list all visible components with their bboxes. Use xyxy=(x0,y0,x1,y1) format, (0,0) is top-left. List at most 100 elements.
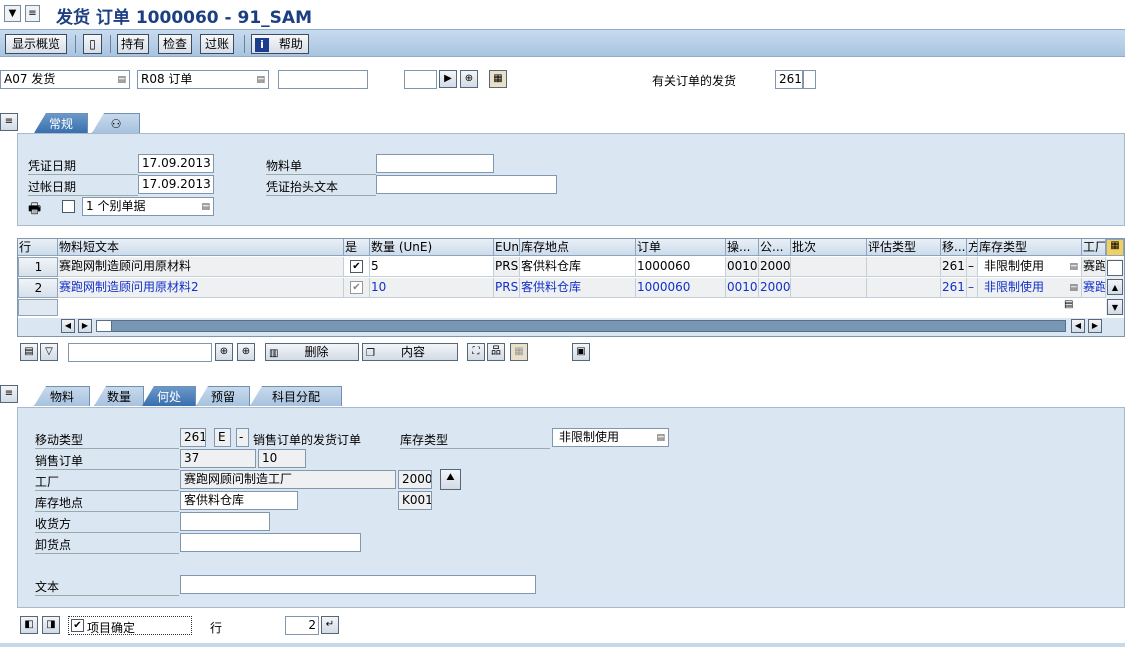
contents-button[interactable]: ❐ 内容 xyxy=(362,343,458,361)
tab-where[interactable]: 何处 xyxy=(142,386,196,406)
cell-order[interactable]: 1000060 xyxy=(636,257,726,277)
table-row[interactable]: 2 赛跑网制造顾问用原材料2 ✔ 10 PRS 客供料仓库 1000060 00… xyxy=(18,278,1106,298)
row-number[interactable] xyxy=(18,299,58,316)
menu-icon[interactable]: ▼ xyxy=(4,5,21,22)
order-number-input[interactable] xyxy=(278,70,368,89)
column-header[interactable]: 操... xyxy=(726,239,759,256)
horizontal-scroll-thumb[interactable] xyxy=(96,320,112,332)
tab-partner[interactable]: ⚇ xyxy=(92,113,140,133)
vertical-scrollbar[interactable]: ▲ ▼ xyxy=(1106,259,1124,315)
scroll-up-icon[interactable]: ▲ xyxy=(1107,279,1123,295)
filter-icon[interactable]: ▽ xyxy=(40,343,58,361)
row-number[interactable]: 2 xyxy=(18,278,58,298)
movement-indicator-field: - xyxy=(236,428,249,447)
tab-reservation[interactable]: 预留 xyxy=(196,386,250,406)
hold-button[interactable]: 持有 xyxy=(117,34,149,54)
print-version-value: 1 个别单据 xyxy=(86,199,146,213)
recipient-input[interactable] xyxy=(180,512,270,531)
material-slip-input[interactable] xyxy=(376,154,494,173)
find-next-icon[interactable]: ⊕ xyxy=(237,343,255,361)
storage-location-input[interactable]: 客供料仓库 xyxy=(180,491,298,510)
doc-icon[interactable]: ≡ xyxy=(25,5,40,22)
doc-date-input[interactable]: 17.09.2013 xyxy=(138,154,214,173)
column-header[interactable]: 行 xyxy=(18,239,58,256)
row-number[interactable]: 1 xyxy=(18,257,58,277)
delete-button[interactable]: ▥ 删除 xyxy=(265,343,359,361)
cell-text: 赛跑网制造顾问用原材料 xyxy=(58,257,344,277)
column-settings-icon[interactable]: ▦ xyxy=(1106,239,1124,256)
expand-icon[interactable]: ⛶ xyxy=(467,343,485,361)
post-date-input[interactable]: 17.09.2013 xyxy=(138,175,214,194)
column-header[interactable]: 工厂 xyxy=(1082,239,1106,256)
column-header[interactable]: 物料短文本 xyxy=(58,239,344,256)
storage-location-label: 库存地点 xyxy=(35,494,179,512)
column-header[interactable]: 公... xyxy=(759,239,791,256)
item-ok-checkbox[interactable]: ✔ xyxy=(71,619,84,632)
collapse-header-icon[interactable]: ≡ xyxy=(0,113,18,131)
header-text-input[interactable] xyxy=(376,175,557,194)
address-icon[interactable]: ⛰ xyxy=(440,469,461,490)
stock-type-label: 库存类型 xyxy=(400,431,550,449)
find-icon[interactable]: ⊕ xyxy=(215,343,233,361)
binoculars-icon[interactable]: ⊕ xyxy=(460,70,478,88)
scroll-left-icon[interactable]: ◀ xyxy=(61,319,75,333)
column-header[interactable]: 方 xyxy=(967,239,978,256)
movement-special-input[interactable] xyxy=(803,70,816,89)
movement-type-input[interactable]: 261 xyxy=(775,70,803,89)
check-button[interactable]: 检查 xyxy=(158,34,192,54)
table-search-input[interactable] xyxy=(68,343,212,362)
tab-material[interactable]: 物料 xyxy=(34,386,90,406)
tab-account-assignment[interactable]: 科目分配 xyxy=(250,386,342,406)
select-all-icon[interactable]: ▤ xyxy=(20,343,38,361)
horizontal-scroll-track[interactable] xyxy=(96,320,1066,332)
bottom-border xyxy=(0,643,1125,647)
post-button[interactable]: 过账 xyxy=(200,34,234,54)
item-text-input[interactable] xyxy=(180,575,536,594)
cell-stock-type[interactable]: 非限制使用 ▤ xyxy=(978,257,1082,277)
column-header[interactable]: 移... xyxy=(941,239,967,256)
column-header[interactable]: 批次 xyxy=(791,239,867,256)
cell-ok: ✔ xyxy=(344,257,370,277)
reference-doc-select[interactable]: R08 订单 ▤ xyxy=(137,70,269,89)
column-header[interactable]: 评估类型 xyxy=(867,239,941,256)
transaction-select[interactable]: A07 发货 ▤ xyxy=(0,70,130,89)
scroll-down-icon[interactable]: ▼ xyxy=(1107,299,1123,315)
collapse-detail-icon[interactable]: ≡ xyxy=(0,385,18,403)
scroll-right-icon[interactable]: ▶ xyxy=(78,319,92,333)
previous-item-icon[interactable]: ◧ xyxy=(20,616,38,634)
execute-icon[interactable]: ▶ xyxy=(439,70,457,88)
scrollbar-thumb[interactable] xyxy=(1107,260,1123,276)
scroll-right-icon[interactable]: ▶ xyxy=(1088,319,1102,333)
help-button[interactable]: i 帮助 xyxy=(251,34,309,54)
tab-quantity[interactable]: 数量 xyxy=(94,386,144,406)
go-to-line-icon[interactable]: ↵ xyxy=(321,616,339,634)
grid-icon[interactable]: ▦ xyxy=(489,70,507,88)
stock-type-select[interactable]: 非限制使用 ▤ xyxy=(552,428,669,447)
items-table: 行 物料短文本 是 数量 (UnE) EUn 库存地点 订单 操... 公...… xyxy=(17,238,1125,337)
new-page-icon[interactable]: ▯ xyxy=(83,34,102,54)
detail-icon[interactable]: ▣ xyxy=(572,343,590,361)
order-item-input[interactable] xyxy=(404,70,437,89)
line-input[interactable]: 2 xyxy=(285,616,319,635)
column-header[interactable]: 订单 xyxy=(636,239,726,256)
tab-general[interactable]: 常规 xyxy=(34,113,88,133)
separator xyxy=(110,35,111,53)
cell-qty[interactable]: 5 xyxy=(370,257,494,277)
cell-sloc[interactable]: 客供料仓库 xyxy=(520,257,636,277)
column-header[interactable]: EUn xyxy=(494,239,520,256)
unloading-point-input[interactable] xyxy=(180,533,361,552)
column-header[interactable]: 库存类型 xyxy=(978,239,1082,256)
overview-button[interactable]: 显示概览 xyxy=(5,34,67,54)
print-checkbox[interactable] xyxy=(62,200,75,213)
item-ok-control[interactable]: ✔ 项目确定 xyxy=(68,616,192,635)
scroll-left-icon[interactable]: ◀ xyxy=(1071,319,1085,333)
table-row[interactable]: 1 赛跑网制造顾问用原材料 ✔ 5 PRS 客供料仓库 1000060 0010… xyxy=(18,257,1106,277)
hierarchy-icon[interactable]: 品 xyxy=(487,343,505,361)
column-header[interactable]: 是 xyxy=(344,239,370,256)
column-header[interactable]: 库存地点 xyxy=(520,239,636,256)
item-ok-checkbox[interactable]: ✔ xyxy=(350,260,363,273)
next-item-icon[interactable]: ◨ xyxy=(42,616,60,634)
print-version-select[interactable]: 1 个别单据 ▤ xyxy=(82,197,214,216)
printer-icon[interactable]: 🖶 xyxy=(28,198,41,222)
column-header[interactable]: 数量 (UnE) xyxy=(370,239,494,256)
